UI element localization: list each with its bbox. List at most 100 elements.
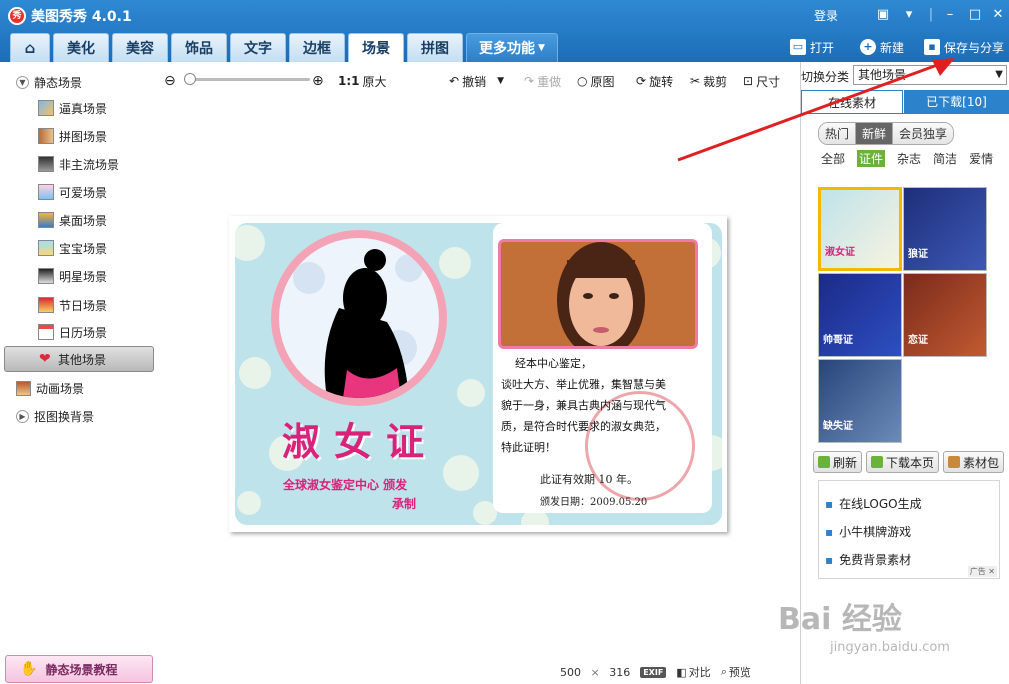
tab-makeup[interactable]: 美容 [112, 33, 168, 62]
pill-members[interactable]: 会员独享 [893, 123, 954, 144]
login-link[interactable]: 登录 [814, 7, 838, 24]
scene-item-alternative[interactable]: 非主流场景 [38, 153, 119, 175]
skin-icon[interactable]: ▾ [900, 6, 918, 24]
scene-item-cute[interactable]: 可爱场景 [38, 181, 107, 203]
filter-magazine[interactable]: 杂志 [897, 150, 921, 167]
compare-label: 对比 [688, 666, 711, 679]
body-line: 质，是符合时代要求的淑女典范， [501, 420, 666, 433]
zoom-out-button[interactable]: ⊖ [164, 72, 176, 90]
exif-button[interactable]: EXIF [640, 666, 667, 678]
material-thumb[interactable]: 狼证 [903, 187, 987, 271]
tab-scene[interactable]: 场景 [348, 33, 404, 62]
tab-online-materials[interactable]: 在线素材 [801, 90, 903, 114]
rotate-button[interactable]: ⟳ 旋转 [636, 72, 673, 90]
original-size-button[interactable]: 1:1 原大 [338, 72, 387, 90]
new-button[interactable]: + 新建 [860, 36, 904, 58]
static-scene-group[interactable]: ▼ 静态场景 [16, 74, 82, 91]
rotate-icon: ⟳ [636, 74, 647, 88]
tab-text[interactable]: 文字 [230, 33, 286, 62]
redo-button[interactable]: ↷ 重做 [524, 72, 561, 90]
tab-frame[interactable]: 边框 [289, 33, 345, 62]
scene-item-other[interactable]: ❤ 其他场景 [4, 346, 154, 372]
refresh-icon [818, 456, 830, 468]
download-icon [871, 456, 884, 468]
pill-hot[interactable]: 热门 [819, 123, 857, 144]
save-share-button[interactable]: ▪ 保存与分享 [924, 36, 1004, 58]
preview-icon: ⌕ [720, 665, 727, 678]
ad-link-chess[interactable]: ▪ 小牛棋牌游戏 [825, 523, 911, 540]
save-icon: ▪ [924, 39, 940, 55]
chevron-down-icon[interactable]: ▼ [497, 76, 504, 86]
refresh-button[interactable]: 刷新 [813, 451, 863, 473]
crop-icon: ✂ [690, 74, 701, 88]
material-thumb[interactable]: 缺失证 [818, 359, 902, 443]
open-label: 打开 [810, 40, 835, 55]
material-thumb[interactable]: 帅哥证 [818, 273, 902, 357]
scene-item-star[interactable]: 明星场景 [38, 265, 107, 287]
scene-sidebar: ▼ 静态场景 逼真场景 拼图场景 非主流场景 可爱场景 桌面场景 宝宝场景 明星… [0, 62, 160, 684]
category-select[interactable]: 其他场景 ▼ [853, 65, 1007, 85]
tab-beautify[interactable]: 美化 [53, 33, 109, 62]
certificate-validity: 此证有效期 10 年。 [540, 473, 638, 486]
thumb-label: 帅哥证 [823, 335, 853, 346]
scene-item-desktop[interactable]: 桌面场景 [38, 209, 107, 231]
material-thumb[interactable]: 淑女证 [818, 187, 902, 271]
maximize-icon[interactable]: □ [966, 6, 984, 24]
crop-button[interactable]: ✂ 裁剪 [690, 72, 727, 90]
download-page-button[interactable]: 下载本页 [866, 451, 940, 473]
material-bag-button[interactable]: 素材包 [943, 451, 1005, 473]
scene-item-label: 节日场景 [59, 298, 108, 313]
static-scene-label: 静态场景 [34, 76, 83, 90]
undo-button[interactable]: ↶ 撤销 ▼ [449, 72, 504, 90]
close-icon[interactable]: ✕ [989, 6, 1007, 24]
tab-more-features[interactable]: 更多功能 ▼ [466, 33, 558, 62]
certificate-right-page: 经本中心鉴定， 谈吐大方、举止优雅，集智慧与美 貌于一身，兼具古典内涵与现代气 … [493, 223, 722, 525]
scene-item-baby[interactable]: 宝宝场景 [38, 237, 107, 259]
pill-new[interactable]: 新鲜 [856, 123, 894, 144]
filter-simple[interactable]: 简洁 [933, 150, 957, 167]
zoom-in-button[interactable]: ⊕ [312, 72, 324, 90]
tab-accessories[interactable]: 饰品 [171, 33, 227, 62]
ad-link-label: 在线LOGO生成 [839, 497, 922, 511]
filter-all[interactable]: 全部 [821, 150, 845, 167]
realistic-scene-icon [38, 100, 54, 116]
feedback-icon[interactable]: ▣ [874, 6, 892, 24]
resize-button[interactable]: ⊡ 尺寸 [743, 72, 780, 90]
zoom-slider[interactable] [184, 78, 310, 81]
zoom-out-icon: ⊖ [164, 73, 176, 89]
compare-button[interactable]: ◧ 对比 [676, 664, 710, 680]
material-thumb[interactable]: 恋证 [903, 273, 987, 357]
scene-item-festival[interactable]: 节日场景 [38, 294, 107, 316]
redo-icon: ↷ [524, 74, 535, 88]
zoom-slider-handle[interactable] [184, 73, 196, 85]
scene-item-label: 拼图场景 [59, 129, 108, 144]
minimize-icon[interactable]: – [941, 6, 959, 24]
face-photo-icon [501, 242, 695, 346]
refresh-label: 刷新 [833, 455, 858, 470]
scene-item-calendar[interactable]: 日历场景 [38, 321, 107, 343]
certificate-issuer: 全球淑女鉴定中心 颁发 [283, 478, 408, 492]
ad-mark[interactable]: 广告 ✕ [967, 566, 997, 577]
scene-item-realistic[interactable]: 逼真场景 [38, 97, 107, 119]
tab-home[interactable]: ⌂ [10, 33, 50, 62]
bullet-icon: ▪ [825, 497, 834, 511]
compare-icon: ◧ [676, 665, 687, 679]
ad-link-logo[interactable]: ▪ 在线LOGO生成 [825, 495, 922, 512]
open-button[interactable]: ▭ 打开 [790, 36, 834, 58]
ad-link-background[interactable]: ▪ 免费背景素材 [825, 551, 911, 568]
tab-collage[interactable]: 拼图 [407, 33, 463, 62]
scene-item-label: 宝宝场景 [59, 241, 108, 256]
scene-item-collage[interactable]: 拼图场景 [38, 125, 107, 147]
resize-label: 尺寸 [756, 74, 781, 89]
scene-item-label: 逼真场景 [59, 101, 108, 116]
filter-id[interactable]: 证件 [857, 150, 886, 167]
tab-downloaded[interactable]: 已下载[10] [904, 90, 1009, 114]
cutout-background-group[interactable]: ▶ 抠图换背景 [16, 408, 94, 425]
filter-love[interactable]: 爱情 [969, 150, 993, 167]
static-scene-tutorial-button[interactable]: ✋ 静态场景教程 [5, 655, 153, 683]
original-image-button[interactable]: ○ 原图 [577, 72, 615, 90]
animated-scene-group[interactable]: 动画场景 [16, 380, 84, 397]
image-dimensions: 500 × 316 [560, 666, 630, 679]
preview-button[interactable]: ⌕ 预览 [721, 664, 751, 680]
image-width: 500 [560, 665, 581, 679]
